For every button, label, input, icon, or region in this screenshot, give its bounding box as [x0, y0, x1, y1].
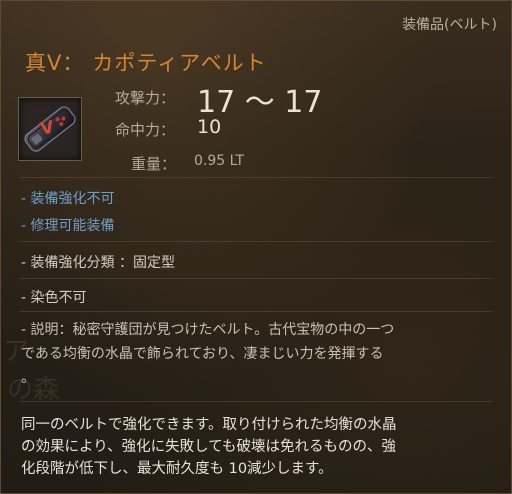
enhance-type: - 装備強化分類 ：固定型 [21, 255, 175, 271]
attack-value: 17 ～ 17 [197, 85, 323, 120]
crystal-note: 同一のベルトで強化できます。取り付けられた均衡の水晶 の効果により、強化に失敗し… [21, 414, 497, 480]
enhance-flag: - 装備強化不可 [21, 191, 115, 207]
accuracy-value: 10 [197, 116, 222, 138]
attack-label: 攻撃力： [115, 89, 176, 107]
dye-flag: - 染色不可 [21, 290, 87, 306]
belt-icon: V [24, 106, 76, 152]
divider [19, 177, 493, 178]
weight-label: 重量： [131, 155, 177, 173]
weight-value: 0.95 LT [194, 153, 245, 169]
item-icon-slot[interactable]: V [18, 97, 82, 161]
item-title: 真V： カポティアベルト [25, 47, 275, 77]
description-line-2: である均衡の水晶で飾られており、凄まじい力を発揮する [21, 346, 384, 362]
crystal-note-line-2: の効果により、強化に失敗しても破壊は免れるものの、強 [21, 439, 396, 455]
divider [19, 401, 493, 402]
item-title-name: カポティアベルト [92, 51, 267, 75]
divider [19, 278, 493, 279]
item-category: 装備品(ベルト) [402, 17, 497, 33]
divider [19, 241, 493, 242]
item-tooltip: ア の森 装備品(ベルト) 真V： カポティアベルト V 攻撃力： 17 ～ 1… [0, 0, 512, 494]
crystal-note-line-3: 化段階が低下し、最大耐久度も 10減少します。 [21, 461, 333, 477]
item-title-prefix: 真V： [25, 51, 85, 75]
description-line-3: 。 [21, 370, 35, 386]
description-line-1: - 説明：秘密守護団が見つけたベルト。古代宝物の中の一つ [21, 322, 395, 338]
repair-flag: - 修理可能装備 [21, 218, 115, 234]
divider [19, 311, 493, 312]
crystal-note-line-1: 同一のベルトで強化できます。取り付けられた均衡の水晶 [21, 417, 397, 433]
accuracy-label: 命中力： [115, 121, 176, 139]
